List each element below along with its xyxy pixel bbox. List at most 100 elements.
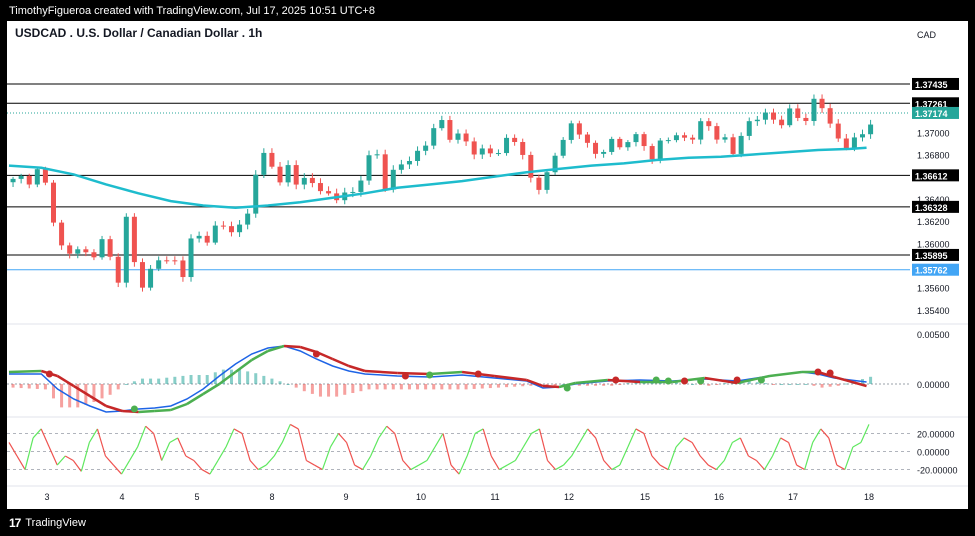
candle-body[interactable] bbox=[754, 119, 760, 122]
candle-body[interactable] bbox=[843, 138, 849, 149]
candle-body[interactable] bbox=[301, 177, 307, 185]
macd-cross-dot[interactable] bbox=[612, 376, 620, 384]
candle-body[interactable] bbox=[682, 135, 688, 138]
candle-body[interactable] bbox=[50, 182, 56, 223]
candle-body[interactable] bbox=[204, 235, 210, 243]
macd-cross-dot[interactable] bbox=[474, 370, 482, 378]
candle-body[interactable] bbox=[431, 128, 437, 146]
candle-body[interactable] bbox=[390, 169, 396, 190]
candle-body[interactable] bbox=[690, 137, 696, 140]
candle-body[interactable] bbox=[738, 135, 744, 154]
macd-cross-dot[interactable] bbox=[563, 384, 571, 392]
candle-body[interactable] bbox=[382, 154, 388, 190]
candle-body[interactable] bbox=[641, 134, 647, 147]
candle-body[interactable] bbox=[795, 108, 801, 118]
candle-body[interactable] bbox=[762, 112, 768, 120]
candle-body[interactable] bbox=[528, 154, 534, 178]
candle-body[interactable] bbox=[398, 164, 404, 170]
candle-body[interactable] bbox=[504, 137, 510, 154]
macd-cross-dot[interactable] bbox=[757, 376, 765, 384]
candle-body[interactable] bbox=[139, 262, 145, 288]
candle-body[interactable] bbox=[649, 146, 655, 160]
candle-body[interactable] bbox=[819, 98, 825, 109]
candle-body[interactable] bbox=[665, 140, 671, 142]
candle-body[interactable] bbox=[479, 148, 485, 155]
candle-body[interactable] bbox=[245, 213, 251, 225]
candle-body[interactable] bbox=[811, 98, 817, 122]
candle-body[interactable] bbox=[787, 108, 793, 126]
candle-body[interactable] bbox=[277, 166, 283, 183]
candle-body[interactable] bbox=[560, 139, 566, 156]
candle-body[interactable] bbox=[406, 161, 412, 165]
candle-body[interactable] bbox=[536, 177, 542, 190]
candle-body[interactable] bbox=[164, 260, 170, 262]
macd-cross-dot[interactable] bbox=[312, 350, 320, 358]
candle-body[interactable] bbox=[212, 225, 218, 243]
candle-body[interactable] bbox=[228, 226, 234, 233]
candle-body[interactable] bbox=[593, 142, 599, 154]
candle-body[interactable] bbox=[366, 155, 372, 181]
candle-body[interactable] bbox=[75, 249, 81, 254]
candle-body[interactable] bbox=[350, 191, 356, 193]
candle-body[interactable] bbox=[779, 119, 785, 126]
candle-body[interactable] bbox=[771, 112, 777, 120]
candle-body[interactable] bbox=[617, 138, 623, 148]
candle-body[interactable] bbox=[188, 238, 194, 278]
macd-cross-dot[interactable] bbox=[733, 376, 741, 384]
macd-cross-dot[interactable] bbox=[814, 368, 822, 376]
macd-cross-dot[interactable] bbox=[826, 369, 834, 377]
candle-body[interactable] bbox=[180, 260, 186, 278]
candle-body[interactable] bbox=[730, 137, 736, 154]
candle-body[interactable] bbox=[358, 180, 364, 192]
candle-body[interactable] bbox=[835, 123, 841, 139]
candle-body[interactable] bbox=[196, 235, 202, 239]
candle-body[interactable] bbox=[317, 183, 323, 192]
macd-cross-dot[interactable] bbox=[697, 377, 705, 385]
candle-body[interactable] bbox=[447, 120, 453, 140]
candle-body[interactable] bbox=[285, 165, 291, 183]
candle-body[interactable] bbox=[698, 121, 704, 140]
candle-body[interactable] bbox=[439, 120, 445, 129]
candle-body[interactable] bbox=[520, 142, 526, 155]
candle-body[interactable] bbox=[131, 216, 137, 263]
candle-body[interactable] bbox=[673, 135, 679, 141]
candle-body[interactable] bbox=[374, 154, 380, 156]
chart-panel[interactable]: 1.37000 1.36800 1.36400 1.36200 1.36000 1.356… bbox=[7, 21, 968, 509]
candle-body[interactable] bbox=[148, 268, 154, 288]
candle-body[interactable] bbox=[156, 260, 162, 269]
candle-body[interactable] bbox=[860, 134, 866, 138]
candle-body[interactable] bbox=[10, 178, 16, 183]
candle-body[interactable] bbox=[67, 245, 73, 254]
candle-body[interactable] bbox=[625, 142, 631, 148]
candle-body[interactable] bbox=[326, 191, 332, 194]
candle-body[interactable] bbox=[91, 252, 97, 258]
candle-body[interactable] bbox=[237, 224, 243, 233]
candle-body[interactable] bbox=[34, 169, 40, 185]
candle-body[interactable] bbox=[261, 152, 267, 175]
macd-cross-dot[interactable] bbox=[45, 370, 53, 378]
candle-body[interactable] bbox=[463, 133, 469, 142]
candle-body[interactable] bbox=[42, 169, 48, 183]
candle-body[interactable] bbox=[584, 134, 590, 143]
candle-body[interactable] bbox=[455, 133, 461, 140]
candle-body[interactable] bbox=[423, 145, 429, 151]
candle-body[interactable] bbox=[99, 239, 105, 258]
candle-body[interactable] bbox=[714, 126, 720, 140]
candle-body[interactable] bbox=[827, 108, 833, 124]
candle-body[interactable] bbox=[633, 134, 639, 143]
candle-body[interactable] bbox=[269, 152, 275, 167]
candle-body[interactable] bbox=[253, 174, 259, 214]
candle-body[interactable] bbox=[115, 256, 121, 283]
candle-body[interactable] bbox=[26, 175, 32, 185]
candle-body[interactable] bbox=[471, 141, 477, 155]
candle-body[interactable] bbox=[706, 121, 712, 127]
candle-body[interactable] bbox=[576, 123, 582, 135]
candle-body[interactable] bbox=[18, 175, 24, 179]
macd-cross-dot[interactable] bbox=[652, 376, 660, 384]
candle-body[interactable] bbox=[601, 151, 607, 154]
candle-body[interactable] bbox=[544, 172, 550, 190]
macd-cross-dot[interactable] bbox=[681, 377, 689, 385]
macd-cross-dot[interactable] bbox=[130, 405, 138, 413]
candle-body[interactable] bbox=[293, 165, 299, 185]
candle-body[interactable] bbox=[172, 260, 178, 262]
